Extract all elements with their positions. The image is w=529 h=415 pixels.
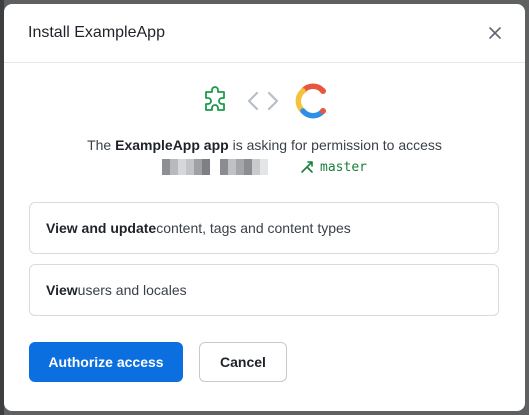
scope-bold: View (46, 282, 78, 298)
app-name: ExampleApp app (115, 137, 229, 153)
code-brackets-icon (245, 89, 281, 118)
permission-prefix: The (87, 137, 116, 153)
permission-suffix: is asking for permission to access (228, 137, 442, 153)
dialog-actions: Authorize access Cancel (29, 342, 287, 382)
git-branch-icon (301, 161, 313, 173)
branch-indicator: master (300, 160, 367, 175)
authorize-access-button[interactable]: Authorize access (29, 342, 183, 382)
branch-name: master (320, 159, 367, 175)
cancel-button[interactable]: Cancel (199, 342, 287, 382)
dialog-header: Install ExampleApp (4, 4, 525, 63)
dialog-title: Install ExampleApp (28, 24, 165, 41)
scope-item: View and update content, tags and conten… (29, 202, 499, 254)
scope-bold: View and update (46, 220, 157, 236)
contentful-logo-icon (295, 83, 329, 124)
scope-rest: content, tags and content types (156, 220, 351, 236)
permission-message: The ExampleApp app is asking for permiss… (4, 135, 525, 155)
puzzle-icon (201, 85, 231, 121)
close-icon[interactable] (485, 23, 505, 43)
scope-rest: users and locales (77, 282, 187, 298)
app-connection-icons (4, 83, 525, 124)
redacted-space-name (162, 159, 269, 175)
scope-item: View users and locales (29, 264, 499, 316)
access-target: master (4, 157, 525, 177)
install-dialog: Install ExampleApp The ExampleApp app is… (4, 4, 525, 411)
